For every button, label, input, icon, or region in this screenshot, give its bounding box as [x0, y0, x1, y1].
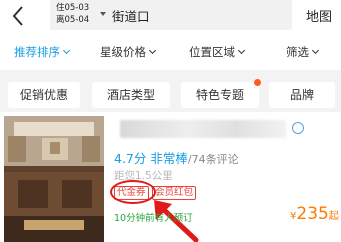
price-amount: 235 — [296, 204, 329, 224]
chevron-down-icon — [62, 46, 71, 55]
hotel-card[interactable]: 4.7分 非常棒/74条评论 距您1.5公里 代金券 会员红包 10分钟前有人预… — [0, 114, 341, 242]
caret-down-icon — [100, 12, 106, 16]
hotel-rating: 4.7分 非常棒/74条评论 — [114, 148, 239, 167]
tag-promotions[interactable]: 促销优惠 — [8, 82, 80, 108]
filter-label: 推荐排序 — [14, 45, 60, 59]
map-button[interactable]: 地图 — [306, 6, 332, 25]
date-selector[interactable]: 住05-03 离05-04 — [56, 2, 100, 28]
tag-featured[interactable]: 特色专题 — [181, 79, 261, 108]
filter-bar: 推荐排序 星级价格 位置区域 筛选 — [0, 40, 341, 64]
tag-label: 品牌 — [289, 88, 314, 102]
booking-note: 10分钟前有人预订 — [114, 213, 193, 224]
filter-sort[interactable]: 推荐排序 — [14, 44, 71, 60]
hotel-name-redacted — [120, 120, 286, 138]
filter-label: 位置区域 — [189, 45, 235, 59]
location-text[interactable]: 街道口 — [112, 6, 150, 25]
filter-more[interactable]: 筛选 — [286, 44, 320, 60]
rating-score: 4.7分 — [114, 151, 147, 166]
search-box[interactable]: 住05-03 离05-04 街道口 — [50, 0, 292, 30]
tag-brand[interactable]: 品牌 — [269, 82, 335, 108]
chevron-down-icon — [237, 46, 246, 55]
filter-location[interactable]: 位置区域 — [189, 44, 246, 60]
notification-dot — [254, 79, 261, 86]
tag-hotel-type[interactable]: 酒店类型 — [92, 82, 170, 108]
quick-tags: 促销优惠 酒店类型 特色专题 品牌 — [0, 78, 341, 112]
back-button[interactable] — [6, 2, 32, 30]
divider — [0, 70, 341, 78]
tag-label: 特色专题 — [195, 88, 244, 102]
chevron-down-icon — [148, 46, 157, 55]
hotel-photo — [4, 116, 104, 242]
promo-tag-member-red-packet: 会员红包 — [152, 186, 197, 200]
price-suffix: 起 — [328, 211, 339, 222]
filter-star-price[interactable]: 星级价格 — [100, 44, 157, 60]
hotel-price: ¥235起 — [290, 204, 339, 224]
check-in-date: 住05-03 — [56, 3, 90, 13]
top-bar: 住05-03 离05-04 街道口 地图 — [0, 0, 341, 32]
filter-label: 星级价格 — [100, 45, 146, 59]
filter-label: 筛选 — [286, 45, 309, 59]
review-count: /74条评论 — [187, 153, 239, 166]
rating-word: 非常棒 — [150, 151, 188, 166]
chevron-left-icon — [12, 6, 23, 26]
tag-label: 酒店类型 — [106, 88, 155, 102]
tag-label: 促销优惠 — [19, 88, 68, 102]
verified-icon — [292, 122, 304, 134]
chevron-down-icon — [311, 46, 320, 55]
check-out-date: 离05-04 — [56, 15, 90, 25]
